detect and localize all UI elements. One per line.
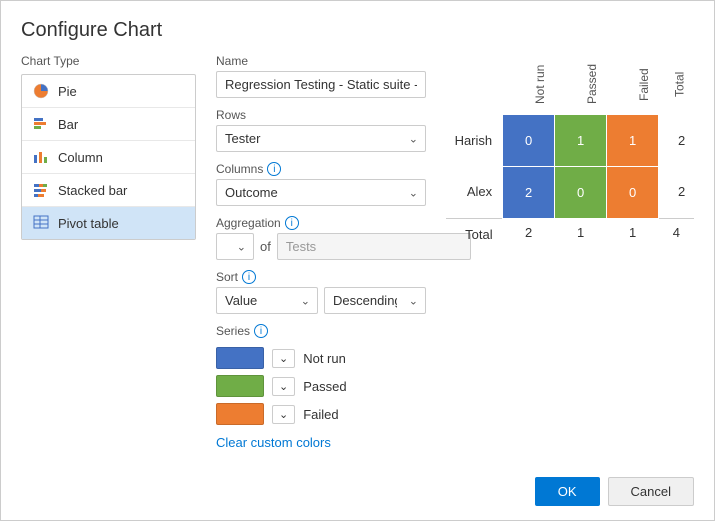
pie-icon: [32, 82, 50, 100]
pivot-table: Not run Passed Failed Total Harish 0 1 1…: [446, 54, 694, 244]
columns-select-wrapper: Outcome ⌄: [216, 179, 426, 206]
chart-type-panel: Chart Type Pie: [21, 54, 196, 457]
name-input[interactable]: [216, 71, 426, 98]
pivot-header-passed: Passed: [555, 54, 607, 114]
pivot-empty-header: [446, 54, 503, 114]
stacked-bar-icon: [32, 181, 50, 199]
config-panel: Name Rows Tester ⌄ Columns i Outcome ⌄: [216, 54, 426, 457]
columns-select[interactable]: Outcome: [216, 179, 426, 206]
ok-button[interactable]: OK: [535, 477, 600, 506]
chart-type-column[interactable]: Column: [22, 141, 195, 174]
series-dropdown-not-run[interactable]: ⌄: [272, 349, 295, 368]
series-dropdown-failed[interactable]: ⌄: [272, 405, 295, 424]
sort-order-select[interactable]: Descending: [324, 287, 426, 314]
chart-type-stacked-bar[interactable]: Stacked bar: [22, 174, 195, 207]
sort-order-select-wrapper: Descending ⌄: [324, 287, 426, 314]
pivot-cell-harish-passed: 1: [555, 114, 607, 166]
pivot-cell-alex-passed: 0: [555, 166, 607, 218]
series-item-failed: ⌄ Failed: [216, 403, 426, 425]
chart-type-pie-label: Pie: [58, 84, 77, 99]
sort-field-label: Sort i: [216, 270, 426, 284]
sort-info-icon[interactable]: i: [242, 270, 256, 284]
aggregation-info-icon[interactable]: i: [285, 216, 299, 230]
aggregation-field-label: Aggregation i: [216, 216, 426, 230]
pivot-table-icon: [32, 214, 50, 232]
dialog-footer: OK Cancel: [1, 467, 714, 520]
aggregation-select[interactable]: Count: [216, 233, 254, 260]
aggregation-row: Count ⌄ of: [216, 233, 426, 260]
pivot-row-total-alex: 2: [659, 166, 694, 218]
bar-icon: [32, 115, 50, 133]
chart-type-pivot-table-label: Pivot table: [58, 216, 119, 231]
pivot-header-failed: Failed: [607, 54, 659, 114]
chart-type-bar[interactable]: Bar: [22, 108, 195, 141]
series-info-icon[interactable]: i: [254, 324, 268, 338]
series-color-passed: [216, 375, 264, 397]
rows-select[interactable]: Tester: [216, 125, 426, 152]
chart-type-label: Chart Type: [21, 54, 196, 68]
aggregation-of-label: of: [260, 239, 271, 254]
series-item-not-run: ⌄ Not run: [216, 347, 426, 369]
pivot-total-not-run: 2: [503, 218, 555, 244]
chart-type-column-label: Column: [58, 150, 103, 165]
rows-select-wrapper: Tester ⌄: [216, 125, 426, 152]
pivot-total-failed: 1: [607, 218, 659, 244]
sort-value-select-wrapper: Value ⌄: [216, 287, 318, 314]
cancel-button[interactable]: Cancel: [608, 477, 694, 506]
pivot-header-not-run: Not run: [503, 54, 555, 114]
series-label-passed: Passed: [303, 379, 346, 394]
pivot-row-harish: Harish 0 1 1 2: [446, 114, 694, 166]
pivot-cell-harish-not-run: 0: [503, 114, 555, 166]
pivot-header-total: Total: [659, 54, 694, 114]
series-color-not-run: [216, 347, 264, 369]
pivot-total-label: Total: [446, 218, 503, 244]
pivot-cell-harish-failed: 1: [607, 114, 659, 166]
name-field-label: Name: [216, 54, 426, 68]
pivot-row-total-harish: 2: [659, 114, 694, 166]
series-color-failed: [216, 403, 264, 425]
pivot-total-row: Total 2 1 1 4: [446, 218, 694, 244]
aggregation-select-wrapper: Count ⌄: [216, 233, 254, 260]
preview-panel: Not run Passed Failed Total Harish 0 1 1…: [446, 54, 694, 457]
dialog-body: Chart Type Pie: [1, 54, 714, 467]
columns-info-icon[interactable]: i: [267, 162, 281, 176]
sort-row: Value ⌄ Descending ⌄: [216, 287, 426, 314]
chart-type-stacked-bar-label: Stacked bar: [58, 183, 127, 198]
series-field-label: Series i: [216, 324, 426, 338]
pivot-cell-alex-not-run: 2: [503, 166, 555, 218]
chart-type-pie[interactable]: Pie: [22, 75, 195, 108]
chart-type-pivot-table[interactable]: Pivot table: [22, 207, 195, 239]
clear-colors-link[interactable]: Clear custom colors: [216, 435, 426, 450]
rows-field-label: Rows: [216, 108, 426, 122]
chart-type-list: Pie Bar: [21, 74, 196, 240]
aggregation-field-input: [277, 233, 471, 260]
pivot-cell-alex-failed: 0: [607, 166, 659, 218]
column-icon: [32, 148, 50, 166]
pivot-row-label-harish: Harish: [446, 114, 503, 166]
series-label-not-run: Not run: [303, 351, 346, 366]
pivot-total-passed: 1: [555, 218, 607, 244]
pivot-row-label-alex: Alex: [446, 166, 503, 218]
dialog-title: Configure Chart: [1, 1, 714, 54]
pivot-row-alex: Alex 2 0 0 2: [446, 166, 694, 218]
sort-value-select[interactable]: Value: [216, 287, 318, 314]
columns-field-label: Columns i: [216, 162, 426, 176]
series-dropdown-passed[interactable]: ⌄: [272, 377, 295, 396]
series-item-passed: ⌄ Passed: [216, 375, 426, 397]
pivot-total-all: 4: [659, 218, 694, 244]
configure-chart-dialog: Configure Chart Chart Type Pie: [0, 0, 715, 521]
series-label-failed: Failed: [303, 407, 338, 422]
chart-type-bar-label: Bar: [58, 117, 78, 132]
